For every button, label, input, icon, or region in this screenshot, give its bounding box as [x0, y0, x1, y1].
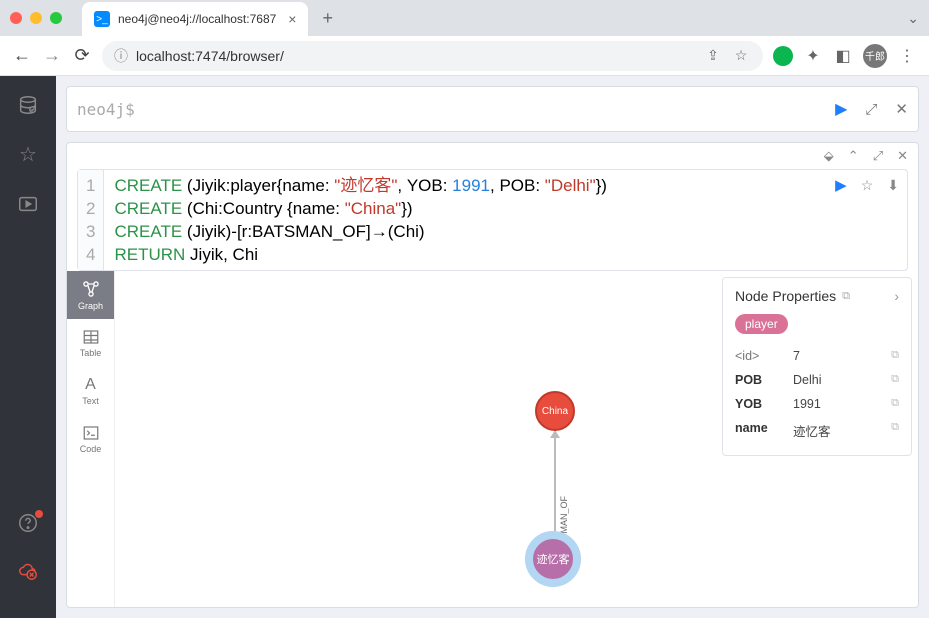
run-query-button[interactable]: ▶: [835, 99, 847, 119]
node-label-chip[interactable]: player: [735, 314, 788, 334]
cloud-sync-icon[interactable]: [17, 560, 39, 582]
rerun-button[interactable]: ▶: [835, 176, 847, 194]
graph-canvas[interactable]: BATSMAN_OF China 迹忆客 Node Properties ⧉ ›…: [115, 271, 918, 607]
extensions-puzzle-icon[interactable]: ✦: [803, 46, 823, 66]
property-value: Delhi: [793, 373, 891, 387]
graph-view-icon: [81, 279, 101, 299]
site-info-icon[interactable]: ⓘ: [114, 46, 128, 66]
view-tabs: Graph Table A Text: [67, 271, 115, 607]
reload-button[interactable]: ⟳: [72, 45, 92, 66]
tab-table[interactable]: Table: [67, 319, 114, 367]
forward-button[interactable]: →: [42, 45, 62, 66]
property-key: <id>: [735, 349, 793, 363]
props-header: Node Properties ⧉ ›: [735, 288, 899, 304]
guides-play-icon[interactable]: [17, 193, 39, 215]
property-row: <id>7⧉: [735, 344, 899, 368]
line-number: 4: [86, 243, 95, 266]
maximize-window-button[interactable]: [50, 12, 62, 24]
bookmark-star-icon[interactable]: ☆: [731, 47, 751, 64]
line-number: 1: [86, 174, 95, 197]
profile-avatar[interactable]: 千郎: [863, 44, 887, 68]
close-editor-icon[interactable]: ✕: [895, 100, 908, 118]
line-number: 2: [86, 197, 95, 220]
editor-prompt: neo4j$: [77, 100, 135, 119]
property-value: 7: [793, 349, 891, 363]
relationship-arrow-icon: [550, 430, 560, 438]
tab-close-icon[interactable]: ×: [288, 11, 296, 27]
browser-toolbar: ← → ⟳ ⓘ localhost:7474/browser/ ⇪ ☆ ✦ ◧ …: [0, 36, 929, 76]
favorites-star-icon[interactable]: ☆: [19, 142, 37, 167]
left-sidebar: ☆: [0, 76, 56, 618]
tab-label: Graph: [78, 301, 103, 311]
extension-grammarly-icon[interactable]: [773, 46, 793, 66]
copy-value-icon[interactable]: ⧉: [891, 421, 899, 440]
graph-node-china[interactable]: China: [535, 391, 575, 431]
code-content[interactable]: CREATE (Jiyik:player{name: "迹忆客", YOB: 1…: [104, 170, 907, 270]
result-frame-header: ⬙ ⌃ ⤢ ✕: [67, 143, 918, 169]
property-row: POBDelhi⧉: [735, 368, 899, 392]
result-frame: ⬙ ⌃ ⤢ ✕ 1 2 3 4 CREATE (Jiyik:player{nam…: [66, 142, 919, 608]
property-row: name迹忆客⧉: [735, 416, 899, 445]
browser-tab-strip: >_ neo4j@neo4j://localhost:7687 × + ⌄: [0, 0, 929, 36]
copy-value-icon[interactable]: ⧉: [891, 373, 899, 387]
main-area: neo4j$ ▶ ⤢ ✕ ⬙ ⌃ ⤢ ✕ 1 2 3 4 CREATE (Ji: [56, 76, 929, 618]
tab-label: Table: [80, 348, 102, 358]
table-view-icon: [82, 328, 100, 346]
collapse-up-icon[interactable]: ⌃: [848, 148, 859, 164]
copy-value-icon[interactable]: ⧉: [891, 397, 899, 411]
property-key: name: [735, 421, 793, 440]
property-key: POB: [735, 373, 793, 387]
collapse-panel-icon[interactable]: ›: [894, 288, 899, 304]
app-body: ☆ neo4j$ ▶ ⤢ ✕ ⬙ ⌃ ⤢: [0, 76, 929, 618]
query-input[interactable]: [143, 87, 827, 131]
graph-node-jiyik[interactable]: 迹忆客: [525, 531, 581, 587]
property-key: YOB: [735, 397, 793, 411]
node-label: China: [542, 406, 568, 417]
favorite-query-icon[interactable]: ☆: [861, 177, 874, 194]
property-value: 1991: [793, 397, 891, 411]
window-controls: [10, 12, 62, 24]
text-view-icon: A: [85, 376, 96, 394]
minimize-window-button[interactable]: [30, 12, 42, 24]
side-panel-icon[interactable]: ◧: [833, 46, 853, 66]
tab-favicon-icon: >_: [94, 11, 110, 27]
node-label: 迹忆客: [537, 551, 570, 567]
copy-value-icon[interactable]: ⧉: [891, 349, 899, 363]
new-tab-button[interactable]: +: [322, 8, 333, 29]
pin-icon[interactable]: ⬙: [824, 148, 834, 164]
tab-label: Text: [82, 396, 99, 406]
expand-fullscreen-icon[interactable]: ⤢: [873, 148, 883, 164]
browser-tab[interactable]: >_ neo4j@neo4j://localhost:7687 ×: [82, 2, 308, 36]
tabs-overflow-icon[interactable]: ⌄: [907, 10, 919, 27]
tab-text[interactable]: A Text: [67, 367, 114, 415]
share-icon[interactable]: ⇪: [703, 47, 723, 64]
property-row: YOB1991⧉: [735, 392, 899, 416]
close-window-button[interactable]: [10, 12, 22, 24]
property-value: 迹忆客: [793, 421, 891, 440]
kebab-menu-icon[interactable]: ⋮: [897, 46, 917, 66]
url-text: localhost:7474/browser/: [136, 48, 695, 64]
address-bar[interactable]: ⓘ localhost:7474/browser/ ⇪ ☆: [102, 41, 763, 71]
code-view-icon: [82, 424, 100, 442]
copy-all-icon[interactable]: ⧉: [842, 290, 850, 303]
notification-dot: [35, 510, 43, 518]
node-properties-panel: Node Properties ⧉ › player <id>7⧉POBDelh…: [722, 277, 912, 456]
download-icon[interactable]: ⬇: [887, 177, 899, 194]
result-body: Graph Table A Text: [67, 271, 918, 607]
line-gutter: 1 2 3 4: [78, 170, 104, 270]
fullscreen-editor-icon[interactable]: ⤢: [865, 101, 877, 118]
close-frame-icon[interactable]: ✕: [897, 148, 908, 164]
code-actions: ▶ ☆ ⬇: [835, 176, 899, 194]
back-button[interactable]: ←: [12, 45, 32, 66]
tab-label: Code: [80, 444, 102, 454]
database-icon[interactable]: [17, 94, 39, 116]
tab-title: neo4j@neo4j://localhost:7687: [118, 12, 276, 26]
props-title: Node Properties: [735, 288, 836, 304]
relationship-line[interactable]: [554, 431, 556, 531]
tab-code[interactable]: Code: [67, 415, 114, 463]
query-code-block: 1 2 3 4 CREATE (Jiyik:player{name: "迹忆客"…: [77, 169, 908, 271]
line-number: 3: [86, 220, 95, 243]
tab-graph[interactable]: Graph: [67, 271, 114, 319]
query-editor-bar: neo4j$ ▶ ⤢ ✕: [66, 86, 919, 132]
